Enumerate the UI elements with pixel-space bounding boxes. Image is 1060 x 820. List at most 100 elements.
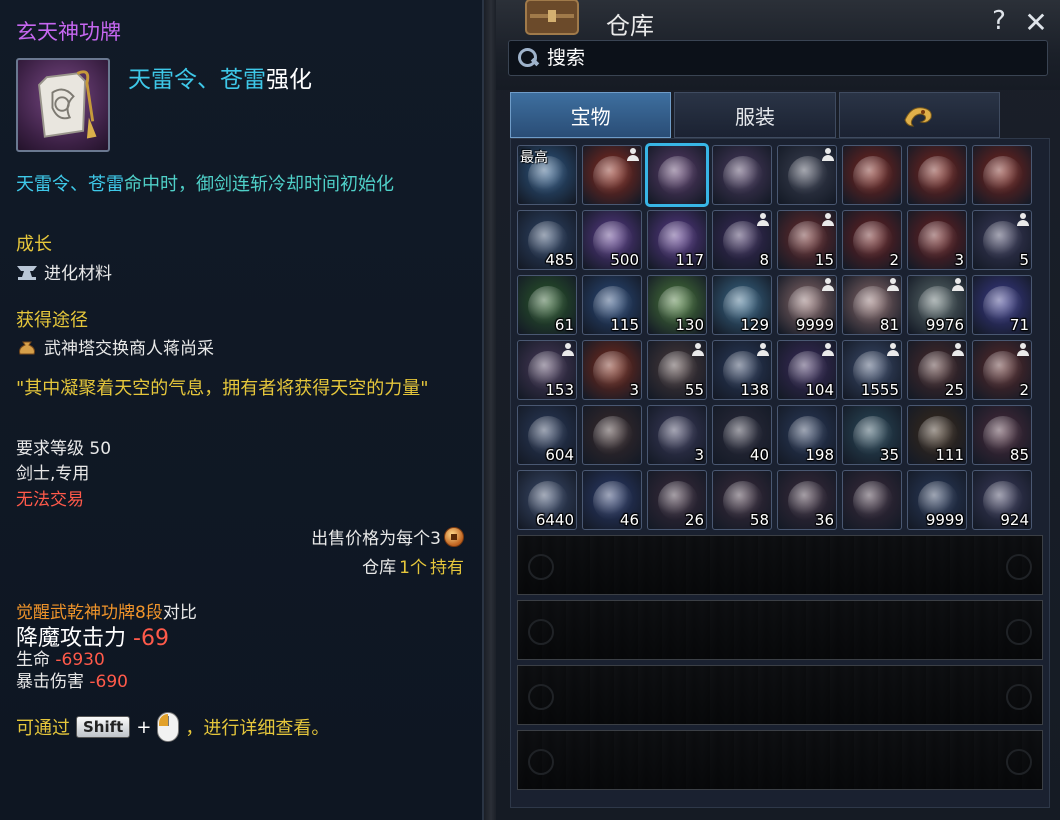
tab-treasure[interactable]: 宝物	[510, 92, 672, 138]
inventory-slot[interactable]: 2	[972, 340, 1032, 400]
source-line: 武神塔交换商人蒋尚采	[16, 334, 214, 359]
slot-count: 61	[554, 316, 574, 334]
slot-count: 500	[610, 251, 639, 269]
inventory-slot[interactable]	[842, 145, 902, 205]
close-button[interactable]: ✕	[1022, 6, 1050, 39]
tab-emblem[interactable]	[838, 92, 1000, 138]
inventory-slot[interactable]: 111	[907, 405, 967, 465]
character-bound-icon	[952, 278, 964, 292]
inventory-slot[interactable]: 9999	[777, 275, 837, 335]
slot-tag: 最高	[520, 150, 548, 166]
slot-count: 111	[935, 446, 964, 464]
slot-count: 5	[1019, 251, 1029, 269]
locked-storage-row	[517, 665, 1043, 725]
green-flag-icon	[983, 156, 1023, 196]
inventory-slot[interactable]: 500	[582, 210, 642, 270]
hint-plus: +	[136, 716, 152, 738]
inventory-slot[interactable]: 130	[647, 275, 707, 335]
inventory-slot[interactable]	[712, 145, 772, 205]
inventory-slot[interactable]	[582, 405, 642, 465]
growth-line: 进化材料	[16, 259, 112, 284]
inventory-slot[interactable]: 35	[842, 405, 902, 465]
inventory-slot[interactable]: 81	[842, 275, 902, 335]
inventory-slot[interactable]: 5	[972, 210, 1032, 270]
inventory-slot[interactable]	[582, 145, 642, 205]
inventory-slot[interactable]	[777, 145, 837, 205]
inventory-slot[interactable]: 924	[972, 470, 1032, 530]
inventory-slot[interactable]: 2	[842, 210, 902, 270]
inventory-slot[interactable]: 58	[712, 470, 772, 530]
inventory-slot[interactable]: 8	[712, 210, 772, 270]
slot-count: 85	[1009, 446, 1029, 464]
inventory-slot[interactable]: 129	[712, 275, 772, 335]
slot-count: 3	[954, 251, 964, 269]
slot-count: 198	[805, 446, 834, 464]
inventory-slot[interactable]: 25	[907, 340, 967, 400]
chest-icon	[522, 0, 582, 36]
slot-count: 71	[1009, 316, 1029, 334]
character-bound-icon	[1017, 343, 1029, 357]
item-title: 玄天神功牌	[16, 20, 121, 44]
inventory-slot[interactable]: 15	[777, 210, 837, 270]
inventory-slot[interactable]: 55	[647, 340, 707, 400]
inventory-slot[interactable]: 115	[582, 275, 642, 335]
slot-count: 9999	[925, 511, 964, 529]
character-bound-icon	[757, 343, 769, 357]
inventory-slot[interactable]	[972, 145, 1032, 205]
tab-costume[interactable]: 服装	[674, 92, 836, 138]
slot-count: 9976	[925, 316, 964, 334]
inventory-slot[interactable]: 26	[647, 470, 707, 530]
growth-item: 进化材料	[44, 264, 112, 284]
inventory-slot[interactable]: 最高	[517, 145, 577, 205]
dark-orb-icon	[983, 351, 1023, 391]
inventory-slot[interactable]: 9976	[907, 275, 967, 335]
talisman-icon	[16, 58, 110, 152]
inventory-slot[interactable]: 104	[777, 340, 837, 400]
slot-count: 129	[740, 316, 769, 334]
search-icon	[517, 47, 539, 69]
inventory-slot[interactable]: 485	[517, 210, 577, 270]
character-bound-icon	[952, 343, 964, 357]
inventory-slot[interactable]: 198	[777, 405, 837, 465]
slot-count: 3	[629, 381, 639, 399]
inventory-slot[interactable]: 153	[517, 340, 577, 400]
search-input[interactable]	[547, 47, 1027, 69]
inventory-slot[interactable]: 6440	[517, 470, 577, 530]
warehouse-title: 仓库	[606, 12, 654, 40]
stat-demon-attack-value: -69	[133, 626, 169, 651]
inventory-slot[interactable]: 604	[517, 405, 577, 465]
inventory-slot[interactable]: 46	[582, 470, 642, 530]
character-bound-icon	[822, 148, 834, 162]
storage-count-value: 1个	[399, 558, 427, 578]
warehouse-window: 仓库 ? ✕ 宝物 服装 最高4855001178152356111513012…	[496, 0, 1060, 820]
warehouse-header: 仓库 ? ✕	[496, 0, 1060, 90]
inventory-slot[interactable]: 71	[972, 275, 1032, 335]
character-bound-icon	[822, 343, 834, 357]
inventory-slot[interactable]: 9999	[907, 470, 967, 530]
slot-count: 15	[814, 251, 834, 269]
inventory-slot[interactable]: 3	[647, 405, 707, 465]
stat-crit-damage: 暴击伤害 -690	[16, 667, 128, 692]
inventory-slot[interactable]: 3	[907, 210, 967, 270]
inventory-slot[interactable]: 85	[972, 405, 1032, 465]
help-button[interactable]: ?	[988, 6, 1010, 36]
slot-count: 26	[684, 511, 704, 529]
search-bar[interactable]	[508, 40, 1048, 76]
inventory-slot[interactable]: 40	[712, 405, 772, 465]
effect-text: 命中时，御剑连斩冷却时间初始化	[124, 174, 394, 195]
inventory-slot[interactable]: 138	[712, 340, 772, 400]
inventory-slot[interactable]	[842, 470, 902, 530]
slot-count: 9999	[795, 316, 834, 334]
inventory-slot[interactable]	[645, 143, 709, 207]
red-chest-icon	[853, 481, 893, 521]
character-bound-icon	[822, 213, 834, 227]
inventory-slot[interactable]: 117	[647, 210, 707, 270]
inventory-slot[interactable]	[907, 145, 967, 205]
inventory-slot[interactable]: 3	[582, 340, 642, 400]
inventory-slot[interactable]: 36	[777, 470, 837, 530]
slot-count: 138	[740, 381, 769, 399]
locked-storage-row	[517, 535, 1043, 595]
inventory-slot[interactable]: 61	[517, 275, 577, 335]
inventory-slot[interactable]: 1555	[842, 340, 902, 400]
slot-count: 55	[684, 381, 704, 399]
